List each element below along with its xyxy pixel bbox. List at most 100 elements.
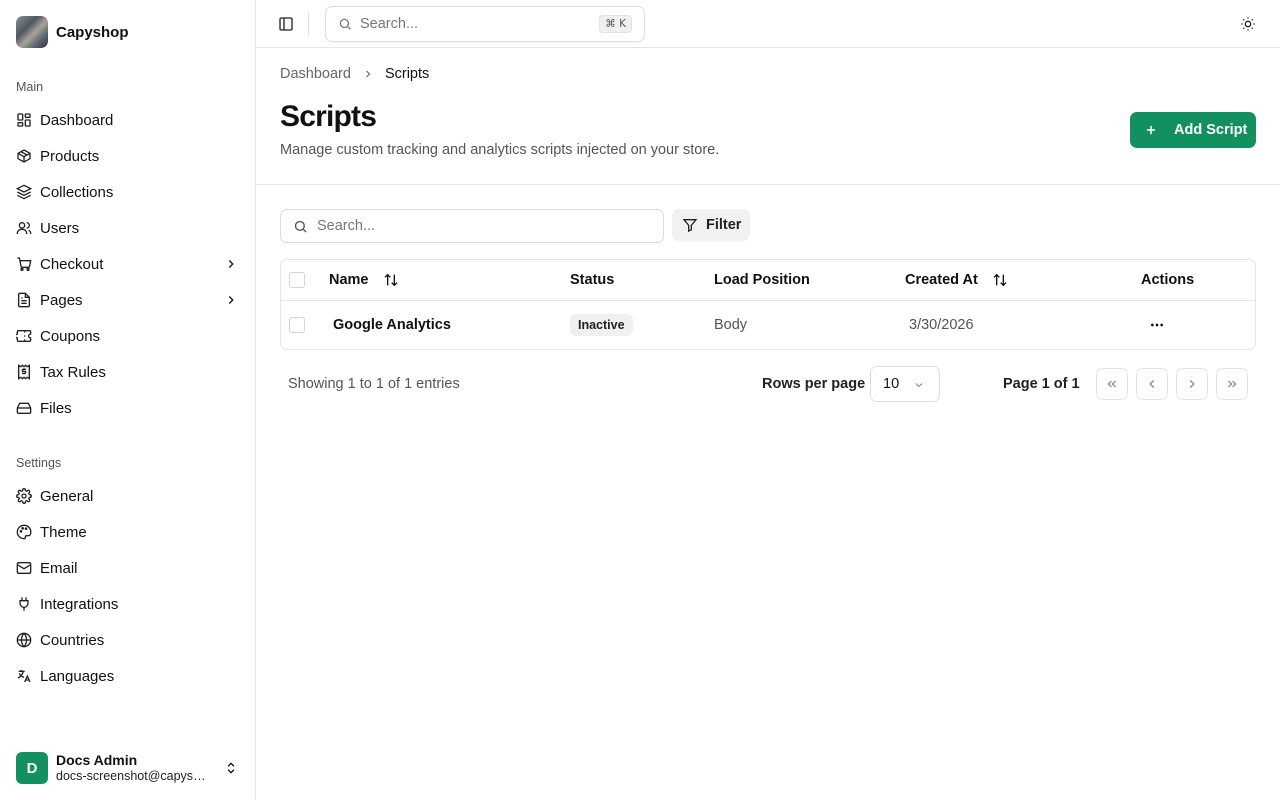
dashboard-icon xyxy=(17,113,31,127)
sidebar-main-nav: Dashboard Products Collections Users Che… xyxy=(8,102,248,426)
rows-per-page-label: Rows per page xyxy=(762,376,866,392)
row-select-cell xyxy=(289,301,305,349)
layers-icon xyxy=(16,184,32,200)
user-menu[interactable]: D Docs Admin docs-screenshot@capyshop.de… xyxy=(16,752,242,784)
sidebar-item-label: Checkout xyxy=(40,255,104,273)
select-all-checkbox[interactable] xyxy=(289,272,305,288)
search-placeholder: Search... xyxy=(317,218,376,234)
plus-icon xyxy=(1146,125,1156,135)
chevron-right-icon xyxy=(228,260,234,268)
sidebar-item-email[interactable]: Email xyxy=(8,550,248,586)
column-created-at[interactable]: Created At xyxy=(905,260,1008,300)
sidebar: Capyshop Main Dashboard Products Collect… xyxy=(0,0,256,800)
palette-icon xyxy=(16,524,32,540)
sidebar-item-general[interactable]: General xyxy=(8,478,248,514)
sidebar-item-checkout[interactable]: Checkout xyxy=(8,246,248,282)
load-position-cell: Body xyxy=(714,317,748,333)
sidebar-item-collections[interactable]: Collections xyxy=(8,174,248,210)
next-page-button[interactable] xyxy=(1176,368,1208,400)
chevron-right-icon xyxy=(366,70,371,78)
filter-label: Filter xyxy=(706,217,742,233)
receipt-icon xyxy=(18,364,30,380)
last-page-button[interactable] xyxy=(1216,368,1248,400)
sidebar-item-label: Tax Rules xyxy=(40,363,106,381)
chevron-left-icon xyxy=(1149,380,1155,388)
brand[interactable]: Capyshop xyxy=(16,16,129,48)
sidebar-item-label: Users xyxy=(40,219,80,237)
row-checkbox[interactable] xyxy=(289,317,305,333)
column-created-at-label: Created At xyxy=(905,272,978,288)
script-name[interactable]: Google Analytics xyxy=(333,301,451,349)
sidebar-item-label: Coupons xyxy=(40,327,101,345)
user-email: docs-screenshot@capyshop.dev xyxy=(56,769,212,783)
sidebar-item-integrations[interactable]: Integrations xyxy=(8,586,248,622)
chevrons-right-icon xyxy=(1228,380,1237,388)
table-search-input[interactable]: Search... xyxy=(280,209,664,243)
sidebar-item-label: Email xyxy=(40,559,78,577)
sort-icon[interactable] xyxy=(992,272,1008,288)
filter-button[interactable]: Filter xyxy=(672,209,750,241)
mail-icon xyxy=(16,562,32,574)
sidebar-toggle-icon[interactable] xyxy=(278,16,294,32)
created-at-cell: 3/30/2026 xyxy=(909,317,974,333)
search-icon xyxy=(294,220,307,233)
sidebar-item-label: General xyxy=(40,487,94,505)
global-search-input[interactable]: Search... ⌘ K xyxy=(325,6,645,42)
sidebar-item-label: Pages xyxy=(40,291,83,309)
cart-icon xyxy=(17,257,32,271)
store-logo xyxy=(16,16,48,48)
gear-icon xyxy=(16,488,32,504)
filter-icon xyxy=(682,219,698,233)
topbar: Search... ⌘ K xyxy=(256,0,1280,48)
column-actions: Actions xyxy=(1141,272,1195,288)
page-indicator: Page 1 of 1 xyxy=(1003,376,1080,392)
status-badge: Inactive xyxy=(570,314,633,336)
column-name[interactable]: Name xyxy=(329,260,399,300)
breadcrumb: Dashboard Scripts xyxy=(280,66,429,82)
table-row[interactable]: Google Analytics Inactive Body 3/30/2026 xyxy=(281,301,1255,349)
sidebar-item-label: Files xyxy=(40,399,72,417)
column-name-label: Name xyxy=(329,272,369,288)
sidebar-item-label: Theme xyxy=(40,523,87,541)
ticket-icon xyxy=(16,330,32,342)
header-divider xyxy=(256,184,1280,185)
plug-icon xyxy=(19,597,29,611)
store-name: Capyshop xyxy=(56,23,129,41)
entries-summary: Showing 1 to 1 of 1 entries xyxy=(288,376,460,392)
sidebar-item-label: Collections xyxy=(40,183,114,201)
add-script-label: Add Script xyxy=(1174,122,1248,138)
sidebar-item-theme[interactable]: Theme xyxy=(8,514,248,550)
sidebar-item-coupons[interactable]: Coupons xyxy=(8,318,248,354)
hard-drive-icon xyxy=(16,402,32,414)
sun-icon[interactable] xyxy=(1240,16,1256,32)
sidebar-item-countries[interactable]: Countries xyxy=(8,622,248,658)
sidebar-item-files[interactable]: Files xyxy=(8,390,248,426)
keyboard-shortcut: ⌘ K xyxy=(599,15,632,33)
more-horizontal-icon[interactable] xyxy=(1149,317,1165,333)
sidebar-item-products[interactable]: Products xyxy=(8,138,248,174)
sidebar-item-languages[interactable]: Languages xyxy=(8,658,248,694)
sidebar-item-users[interactable]: Users xyxy=(8,210,248,246)
sort-icon[interactable] xyxy=(383,272,399,288)
actions-cell xyxy=(1149,301,1165,349)
sidebar-item-pages[interactable]: Pages xyxy=(8,282,248,318)
breadcrumb-current: Scripts xyxy=(384,66,430,82)
rows-per-page-select[interactable]: 10 xyxy=(870,366,940,402)
user-name: Docs Admin xyxy=(56,752,138,768)
add-script-button[interactable]: Add Script xyxy=(1130,112,1256,148)
chevrons-left-icon xyxy=(1107,380,1116,388)
sidebar-item-label: Integrations xyxy=(40,595,119,613)
table-header-row: Name Status Load Position Created At Act… xyxy=(281,260,1255,301)
first-page-button[interactable] xyxy=(1096,368,1128,400)
search-icon xyxy=(339,18,351,30)
sidebar-item-label: Dashboard xyxy=(40,111,114,129)
breadcrumb-dashboard[interactable]: Dashboard xyxy=(280,66,351,82)
scripts-table: Name Status Load Position Created At Act… xyxy=(280,259,1256,350)
sidebar-item-tax-rules[interactable]: Tax Rules xyxy=(8,354,248,390)
chevron-right-icon xyxy=(228,296,234,304)
file-icon xyxy=(18,292,30,308)
previous-page-button[interactable] xyxy=(1136,368,1168,400)
sidebar-item-label: Products xyxy=(40,147,100,165)
sidebar-item-dashboard[interactable]: Dashboard xyxy=(8,102,248,138)
sidebar-group-main: Main xyxy=(16,80,44,94)
